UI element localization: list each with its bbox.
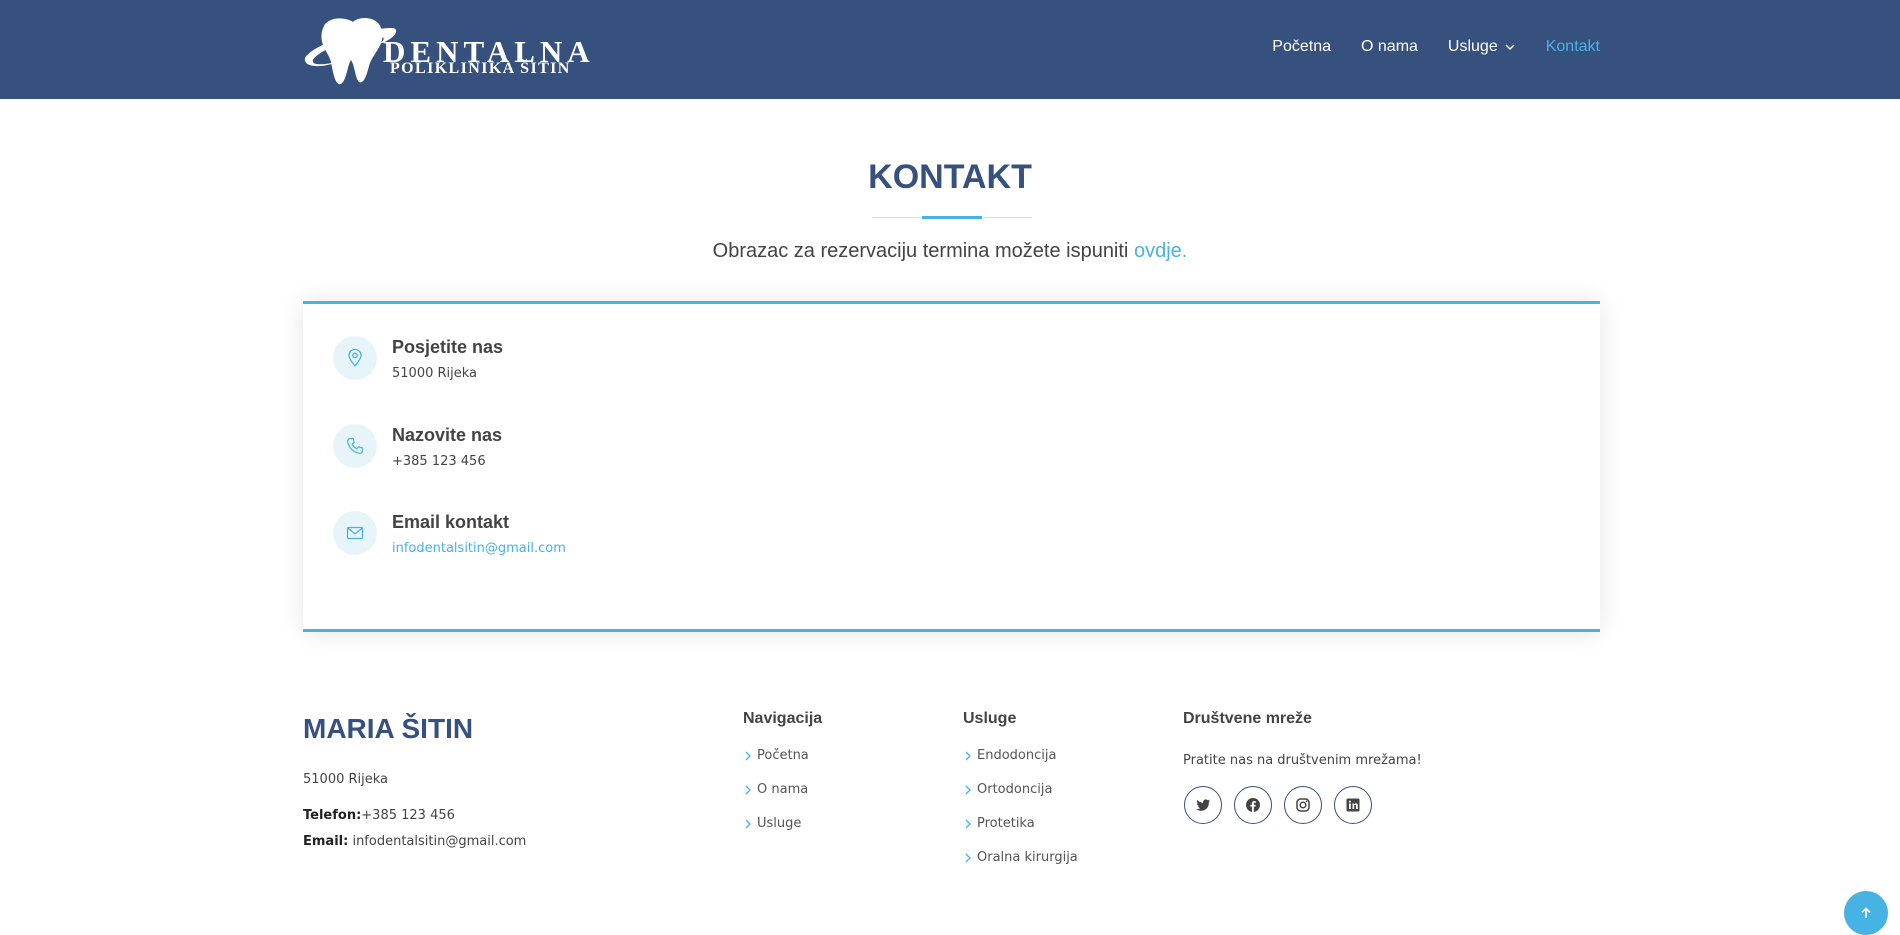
- footer-social-text: Pratite nas na društvenim mrežama!: [1183, 753, 1422, 768]
- footer-brand: Maria Šitin: [303, 713, 474, 744]
- info-call-title: Nazovite nas: [392, 425, 503, 445]
- booking-note: Obrazac za rezervaciju termina možete is…: [0, 240, 1900, 263]
- footer-phone-label: Telefon:: [303, 808, 362, 823]
- nav-item-usluge[interactable]: Usluge: [1448, 38, 1516, 56]
- footer-services-heading: Usluge: [963, 710, 1017, 727]
- chevron-right-icon: [743, 750, 753, 762]
- chevron-right-icon: [963, 852, 973, 864]
- chevron-right-icon: [963, 750, 973, 762]
- page-title: Kontakt: [868, 158, 1032, 196]
- logo[interactable]: DENTALNA POLIKLINIKA ŠITIN: [303, 14, 590, 86]
- footer-email: Email: infodentalsitin@gmail.com: [303, 834, 526, 849]
- footer-address: 51000 Rijeka: [303, 772, 389, 787]
- info-visit-address: 51000 Rijeka: [392, 366, 478, 381]
- facebook-icon[interactable]: [1234, 786, 1272, 824]
- footer-nav-link-label: Početna: [757, 748, 809, 763]
- footer-service-link-oralna-kirurgija[interactable]: Oralna kirurgija: [963, 850, 1078, 865]
- footer-nav-link-label: O nama: [757, 782, 809, 797]
- map-pin-icon: [333, 336, 377, 380]
- nav-item-usluge-label: Usluge: [1447, 38, 1498, 55]
- footer-nav-link-pocetna[interactable]: Početna: [743, 748, 809, 763]
- twitter-icon[interactable]: [1184, 786, 1222, 824]
- arrow-up-icon: [1861, 907, 1871, 918]
- nav-item-kontakt[interactable]: Kontakt: [1546, 38, 1600, 56]
- footer-service-link-label: Protetika: [977, 816, 1035, 831]
- main-nav: Početna O nama Usluge Kontakt: [1242, 38, 1600, 56]
- info-visit-title: Posjetite nas: [392, 337, 504, 357]
- footer-email-label: Email:: [303, 834, 349, 849]
- footer-service-link-label: Oralna kirurgija: [977, 850, 1078, 865]
- footer-service-link-label: Ortodoncija: [977, 782, 1053, 797]
- footer-service-link-ortodoncija[interactable]: Ortodoncija: [963, 782, 1052, 797]
- footer-nav-link-usluge[interactable]: Usluge: [743, 816, 801, 831]
- info-email-link[interactable]: infodentalsitin@gmail.com: [392, 541, 566, 556]
- chevron-right-icon: [743, 818, 753, 830]
- site-header: DENTALNA POLIKLINIKA ŠITIN Početna O nam…: [0, 0, 1900, 99]
- chevron-right-icon: [963, 784, 973, 796]
- phone-icon: [333, 424, 377, 468]
- chevron-down-icon: [1504, 41, 1516, 53]
- booking-note-text: Obrazac za rezervaciju termina možete is…: [712, 240, 1129, 262]
- footer-social-heading: Društvene mreže: [1183, 710, 1312, 727]
- chevron-right-icon: [963, 818, 973, 830]
- footer-email-value: infodentalsitin@gmail.com: [352, 834, 527, 849]
- footer-service-link-protetika[interactable]: Protetika: [963, 816, 1035, 831]
- booking-form-link[interactable]: ovdje.: [1134, 240, 1187, 262]
- envelope-icon: [333, 511, 377, 555]
- contact-info-card: Posjetite nas 51000 Rijeka Nazovite nas …: [303, 301, 1600, 632]
- chevron-right-icon: [743, 784, 753, 796]
- info-email-title: Email kontakt: [392, 512, 510, 532]
- footer-phone-value: +385 123 456: [361, 808, 455, 823]
- footer-service-link-label: Endodoncija: [977, 748, 1057, 763]
- footer-nav-link-label: Usluge: [757, 816, 802, 831]
- instagram-icon[interactable]: [1284, 786, 1322, 824]
- title-divider-accent: [922, 216, 982, 219]
- nav-item-o-nama[interactable]: O nama: [1361, 38, 1418, 56]
- footer-service-link-endodoncija[interactable]: Endodoncija: [963, 748, 1056, 763]
- info-call-phone: +385 123 456: [392, 454, 486, 469]
- logo-subtitle: POLIKLINIKA ŠITIN: [390, 60, 571, 77]
- footer-phone: Telefon:+385 123 456: [303, 808, 455, 823]
- footer-nav-heading: Navigacija: [743, 710, 823, 727]
- back-to-top-button[interactable]: [1844, 891, 1888, 935]
- nav-item-pocetna[interactable]: Početna: [1272, 38, 1331, 56]
- footer-nav-link-o-nama[interactable]: O nama: [743, 782, 808, 797]
- linkedin-icon[interactable]: [1334, 786, 1372, 824]
